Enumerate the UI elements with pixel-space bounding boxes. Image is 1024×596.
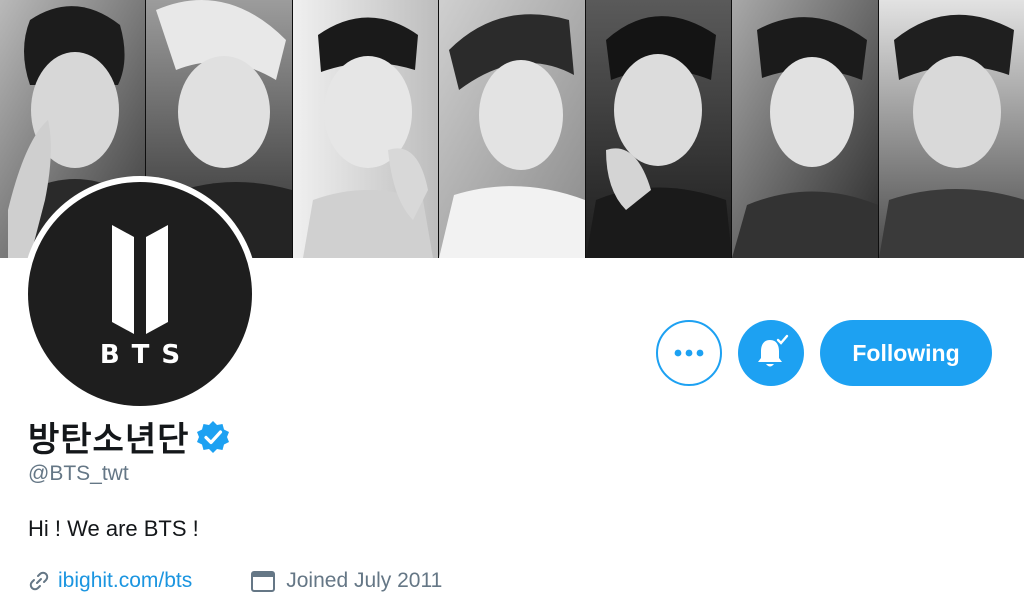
bell-check-icon bbox=[758, 334, 789, 367]
avatar-brand-text: BTS bbox=[99, 340, 193, 370]
profile-meta-row: ibighit.com/bts Joined July 2011 bbox=[28, 566, 442, 596]
display-name: 방탄소년단 bbox=[28, 420, 190, 460]
banner-portrait-7 bbox=[878, 0, 1024, 258]
profile-joined-date: Joined July 2011 bbox=[286, 569, 443, 592]
calendar-icon bbox=[251, 571, 276, 592]
more-dots-icon bbox=[674, 349, 704, 357]
banner-portrait-5 bbox=[585, 0, 733, 258]
avatar-logo: BTS bbox=[28, 182, 252, 406]
profile-website-link[interactable]: ibighit.com/bts bbox=[58, 569, 192, 593]
banner-portrait-3 bbox=[292, 0, 440, 258]
more-button[interactable] bbox=[656, 320, 722, 386]
verified-badge-icon bbox=[197, 420, 230, 453]
following-button[interactable]: Following bbox=[820, 320, 992, 386]
profile-bio: Hi ! We are BTS ! bbox=[28, 516, 199, 541]
profile-handle: @BTS_twt bbox=[28, 462, 129, 485]
bts-logo-icon bbox=[112, 225, 168, 334]
notifications-button[interactable] bbox=[738, 320, 804, 386]
profile-avatar[interactable]: BTS bbox=[22, 176, 258, 412]
banner-portrait-6 bbox=[732, 0, 879, 258]
profile-name-row: 방탄소년단 bbox=[28, 412, 231, 461]
banner-portrait-4 bbox=[439, 0, 586, 258]
link-icon bbox=[29, 571, 49, 591]
